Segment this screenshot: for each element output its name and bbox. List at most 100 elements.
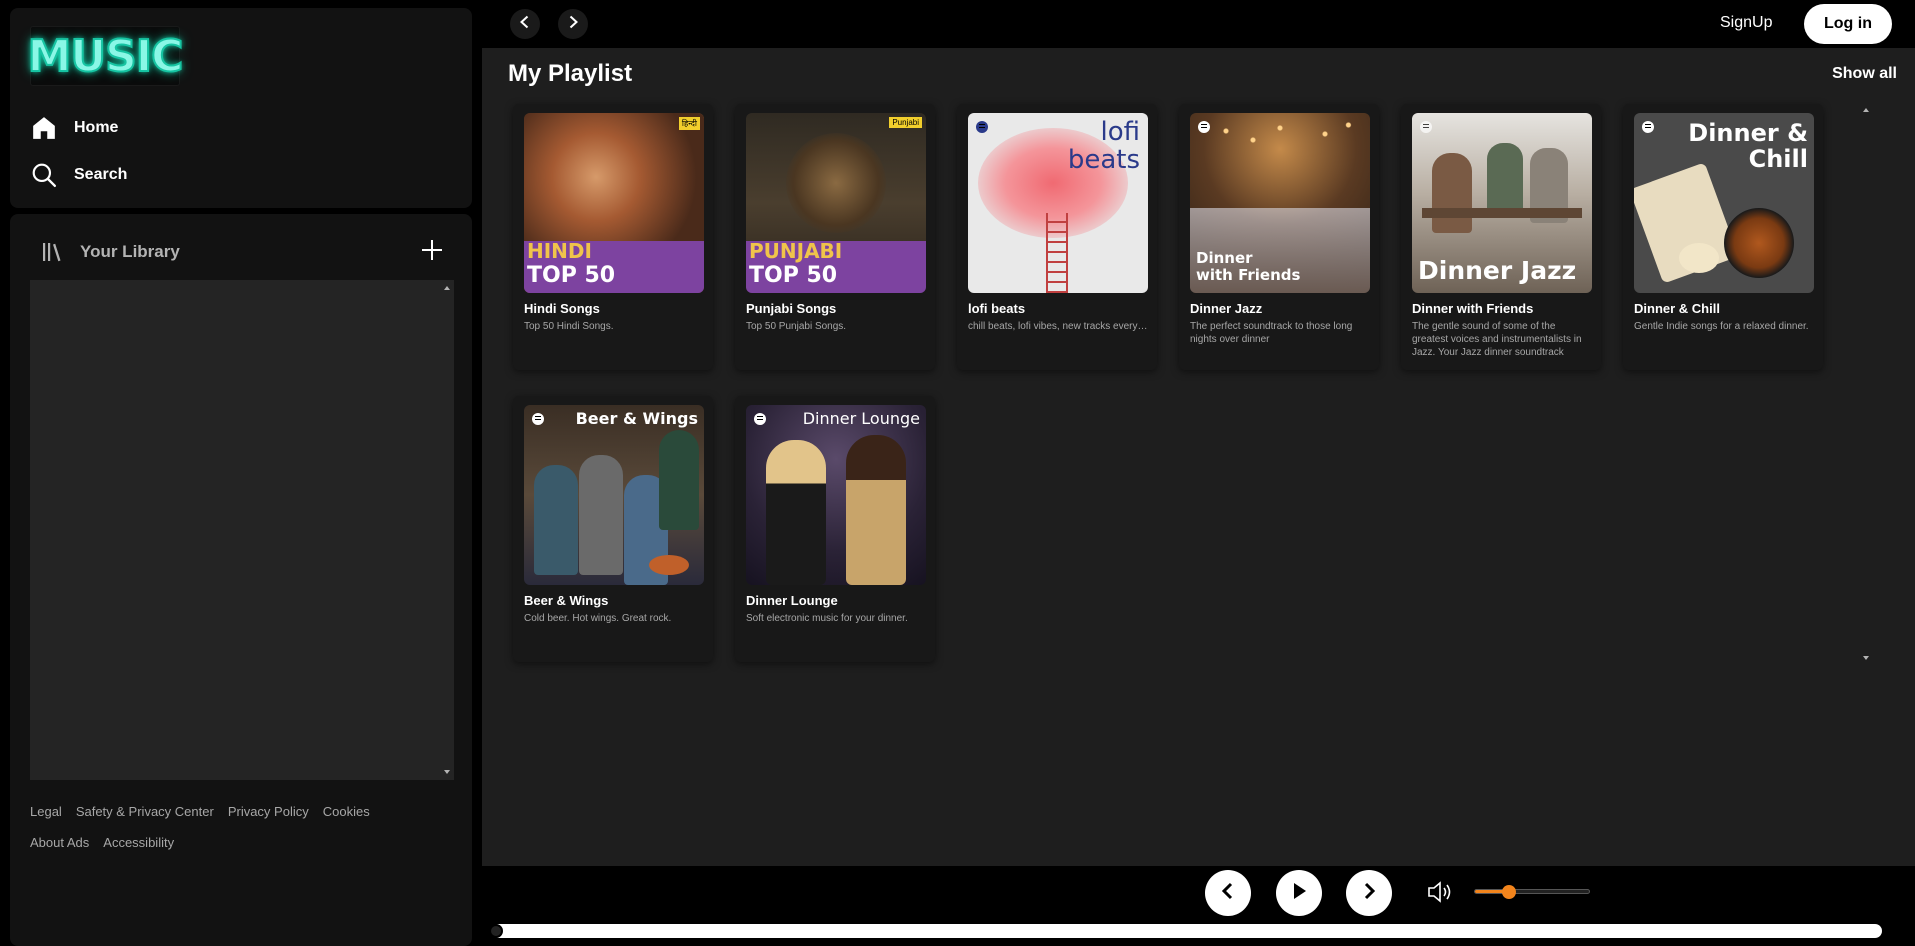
spotify-icon — [754, 413, 766, 425]
footer-row-2: About Ads Accessibility — [30, 835, 450, 850]
nav-search-label: Search — [74, 166, 128, 183]
progress-bar-thumb[interactable] — [489, 924, 503, 938]
playlist-title: Punjabi Songs — [746, 301, 837, 316]
cover-badge: Punjabi — [889, 117, 922, 128]
cover-text-line-1: PUNJABI — [749, 239, 843, 263]
app-root: MUSIC Home Search Your Library Legal Saf… — [0, 0, 1915, 946]
playlist-title: Dinner Jazz — [1190, 301, 1263, 316]
spotify-icon — [1198, 121, 1210, 133]
playlist-description: Top 50 Hindi Songs. — [524, 321, 614, 332]
playlist-card[interactable]: HINDI TOP 50 हिन्दी Hindi Songs Top 50 H… — [513, 104, 713, 370]
previous-button[interactable] — [1205, 870, 1251, 916]
playlist-card[interactable]: Dinner Lounge Dinner Lounge Soft electro… — [735, 396, 935, 662]
volume-slider-thumb[interactable] — [1502, 885, 1517, 899]
library-title: Your Library — [80, 242, 180, 261]
playlist-title: Dinner with Friends — [1412, 301, 1534, 316]
cover-text-line-2: TOP 50 — [527, 263, 616, 288]
playlist-card[interactable]: lofi beats lofi beats chill beats, lofi … — [957, 104, 1157, 370]
cover-text-line-2: beats — [1067, 145, 1140, 175]
playlist-description: chill beats, lofi vibes, new tracks ever… — [968, 321, 1148, 332]
playlist-cover-image: lofi beats — [968, 113, 1148, 293]
add-library-button[interactable] — [418, 238, 446, 266]
playlist-card[interactable]: Dinner & Chill Dinner & Chill Gentle Ind… — [1623, 104, 1823, 370]
playlist-description: Gentle Indie songs for a relaxed dinner. — [1634, 321, 1809, 332]
playlist-description: Cold beer. Hot wings. Great rock. — [524, 613, 672, 624]
section-title: My Playlist — [508, 60, 633, 87]
progress-bar[interactable] — [489, 924, 1882, 938]
cover-text-line-2: Chill — [1748, 145, 1808, 173]
nav-panel: MUSIC Home Search — [10, 8, 472, 208]
footer-link-privacy[interactable]: Privacy Policy — [228, 804, 309, 819]
library-header[interactable]: Your Library — [38, 238, 180, 266]
library-icon — [38, 238, 66, 266]
content-scroll-down-icon[interactable] — [1863, 656, 1869, 660]
left-sidebar: MUSIC Home Search Your Library Legal Saf… — [10, 8, 472, 946]
nav-search[interactable]: Search — [30, 161, 127, 189]
home-icon — [30, 114, 58, 142]
scroll-up-arrow-icon[interactable] — [444, 286, 450, 290]
cover-text-line-2: TOP 50 — [749, 263, 838, 288]
volume-slider[interactable] — [1474, 885, 1590, 899]
spotify-icon — [1420, 121, 1432, 133]
playlist-title: Hindi Songs — [524, 301, 600, 316]
playlist-title: lofi beats — [968, 301, 1026, 316]
scroll-down-arrow-icon[interactable] — [444, 770, 450, 774]
cover-text-line-1: Beer & Wings — [575, 409, 698, 428]
content-scroll-up-icon[interactable] — [1863, 108, 1869, 112]
cover-badge: हिन्दी — [678, 117, 700, 130]
library-panel: Your Library Legal Safety & Privacy Cent… — [10, 214, 472, 946]
playlist-description: Top 50 Punjabi Songs. — [746, 321, 847, 332]
player-bar — [482, 866, 1915, 946]
playlist-cover-image: Beer & Wings — [524, 405, 704, 585]
next-button[interactable] — [1346, 870, 1392, 916]
forward-button[interactable] — [558, 9, 588, 39]
top-bar: SignUp Log in — [482, 0, 1915, 48]
cover-text-line-2: with Friends — [1196, 266, 1301, 284]
playlist-cover-image: Dinner & Chill — [1634, 113, 1814, 293]
playlist-description: Soft electronic music for your dinner. — [746, 613, 908, 624]
library-list[interactable] — [30, 280, 454, 780]
cover-text-line-1: HINDI — [527, 239, 592, 263]
playlist-card[interactable]: PUNJABI TOP 50 Punjabi Punjabi Songs Top… — [735, 104, 935, 370]
logo[interactable]: MUSIC — [27, 26, 185, 86]
cover-text-line-1: Dinner Lounge — [802, 409, 920, 428]
playlist-cover-image: Dinner with Friends — [1190, 113, 1370, 293]
spotify-icon — [532, 413, 544, 425]
back-button[interactable] — [510, 9, 540, 39]
cover-text-line-1: Dinner Jazz — [1418, 256, 1577, 285]
login-button[interactable]: Log in — [1804, 4, 1892, 44]
logo-text: MUSIC — [27, 30, 185, 83]
chevron-right-icon — [566, 15, 580, 34]
footer-link-accessibility[interactable]: Accessibility — [103, 835, 174, 850]
footer-link-about-ads[interactable]: About Ads — [30, 835, 89, 850]
playlist-description: The perfect soundtrack to those long nig… — [1190, 321, 1353, 345]
playlist-cover-image: PUNJABI TOP 50 Punjabi — [746, 113, 926, 293]
spotify-icon — [976, 121, 988, 133]
playlist-title: Dinner Lounge — [746, 593, 838, 608]
spotify-icon — [1642, 121, 1654, 133]
signup-link[interactable]: SignUp — [1720, 14, 1772, 32]
playlist-title: Beer & Wings — [524, 593, 609, 608]
nav-home-label: Home — [74, 119, 119, 136]
show-all-link[interactable]: Show all — [1832, 65, 1897, 83]
cover-text-line-1: Dinner — [1196, 249, 1253, 267]
playlist-card[interactable]: Dinner with Friends Dinner Jazz The perf… — [1179, 104, 1379, 370]
chevron-left-icon — [1219, 882, 1237, 905]
chevron-right-icon — [1360, 882, 1378, 905]
play-button[interactable] — [1276, 870, 1322, 916]
playlist-card[interactable]: Dinner Jazz Dinner with Friends The gent… — [1401, 104, 1601, 370]
chevron-left-icon — [518, 15, 532, 34]
volume-icon[interactable] — [1426, 880, 1454, 904]
footer-link-cookies[interactable]: Cookies — [323, 804, 370, 819]
footer-row-1: Legal Safety & Privacy Center Privacy Po… — [30, 804, 450, 819]
footer-links: Legal Safety & Privacy Center Privacy Po… — [30, 804, 450, 866]
footer-link-safety[interactable]: Safety & Privacy Center — [76, 804, 214, 819]
playlist-card[interactable]: Beer & Wings Beer & Wings Cold beer. Hot… — [513, 396, 713, 662]
playlist-section: My Playlist Show all HINDI TOP 50 हिन्दी… — [482, 48, 1915, 866]
nav-home[interactable]: Home — [30, 114, 118, 142]
footer-link-legal[interactable]: Legal — [30, 804, 62, 819]
playlist-cover-image: Dinner Jazz — [1412, 113, 1592, 293]
playlist-cover-image: HINDI TOP 50 हिन्दी — [524, 113, 704, 293]
playlist-cover-image: Dinner Lounge — [746, 405, 926, 585]
search-icon — [30, 161, 58, 189]
